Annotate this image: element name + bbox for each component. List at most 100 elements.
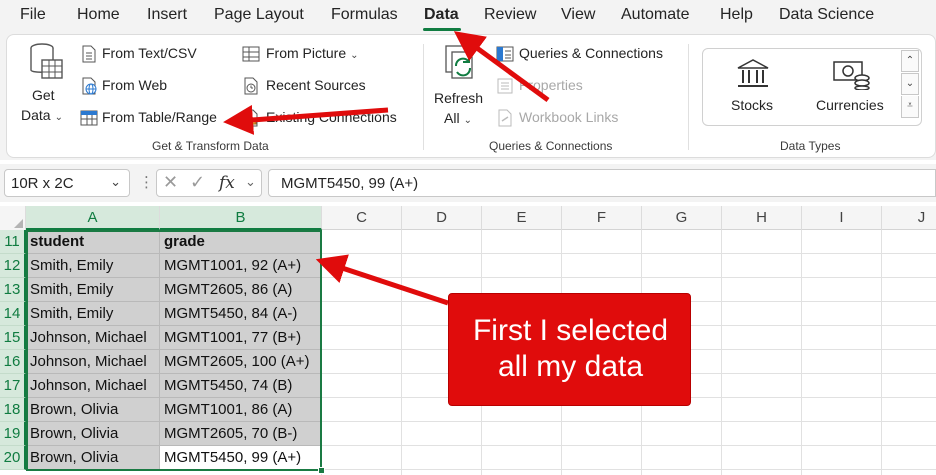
refresh-icon	[445, 45, 473, 79]
refresh-label-2: All ⌄	[444, 110, 472, 126]
workbook-links-icon	[498, 109, 512, 127]
menu-automate[interactable]: Automate	[621, 6, 689, 24]
row-header[interactable]: 19	[0, 422, 26, 446]
table-cell[interactable]: Brown, Olivia	[26, 422, 160, 446]
table-cell[interactable]: MGMT2605, 86 (A)	[160, 278, 322, 302]
row-header[interactable]: 13	[0, 278, 26, 302]
menu-bar: File Home Insert Page Layout Formulas Da…	[0, 0, 936, 32]
database-icon	[30, 43, 63, 79]
column-header-i[interactable]: I	[802, 206, 882, 230]
menu-page-layout[interactable]: Page Layout	[214, 6, 304, 24]
more-options-icon[interactable]: ⋮	[139, 173, 154, 191]
menu-home[interactable]: Home	[77, 6, 120, 24]
table-cell[interactable]: Brown, Olivia	[26, 398, 160, 422]
existing-connections-icon	[244, 109, 258, 127]
properties-label: Properties	[519, 77, 583, 93]
menu-view[interactable]: View	[561, 6, 595, 24]
menu-file[interactable]: File	[20, 6, 46, 24]
row-header[interactable]: 14	[0, 302, 26, 326]
table-cell[interactable]: Johnson, Michael	[26, 374, 160, 398]
select-all-corner[interactable]	[0, 206, 26, 230]
from-table-range-button[interactable]: From Table/Range	[80, 108, 230, 130]
row-header[interactable]: 16	[0, 350, 26, 374]
queries-connections-button[interactable]: Queries & Connections	[496, 44, 676, 66]
currencies-button[interactable]: Currencies	[812, 58, 892, 118]
fill-handle[interactable]	[318, 467, 325, 474]
column-header-j[interactable]: J	[882, 206, 936, 230]
menu-help[interactable]: Help	[720, 6, 753, 24]
row-header[interactable]: 17	[0, 374, 26, 398]
table-cell[interactable]: Johnson, Michael	[26, 326, 160, 350]
cancel-icon[interactable]: ✕	[163, 172, 178, 193]
column-header-f[interactable]: F	[562, 206, 642, 230]
menu-data-science[interactable]: Data Science	[779, 6, 874, 24]
callout-line-2: all my data	[497, 350, 644, 383]
stocks-button[interactable]: Stocks	[724, 58, 784, 118]
gallery-more[interactable]: ⩡	[901, 96, 919, 118]
column-header-d[interactable]: D	[402, 206, 482, 230]
picture-table-icon	[242, 46, 260, 62]
row-header[interactable]: 20	[0, 446, 26, 470]
gallery-scroll-down[interactable]: ⌄	[901, 73, 919, 95]
menu-data[interactable]: Data	[424, 6, 459, 24]
column-header-c[interactable]: C	[322, 206, 402, 230]
workbook-links-label: Workbook Links	[519, 109, 619, 125]
get-data-button[interactable]: Get Data ⌄	[16, 42, 72, 126]
menu-formulas[interactable]: Formulas	[331, 6, 398, 24]
row-header[interactable]: 12	[0, 254, 26, 278]
menu-insert[interactable]: Insert	[147, 6, 187, 24]
table-cell[interactable]: MGMT1001, 92 (A+)	[160, 254, 322, 278]
gallery-scroll-up[interactable]: ⌃	[901, 50, 919, 72]
name-box[interactable]: 10R x 2C ⌄	[4, 169, 130, 197]
insert-function-icon[interactable]: fx	[219, 173, 235, 193]
table-cell[interactable]: Johnson, Michael	[26, 350, 160, 374]
from-text-csv-button[interactable]: From Text/CSV	[80, 44, 230, 66]
column-header-a[interactable]: A	[26, 206, 160, 230]
properties-button[interactable]: Properties	[496, 76, 676, 98]
table-cell[interactable]: MGMT1001, 86 (A)	[160, 398, 322, 422]
row-header[interactable]: 11	[0, 230, 26, 254]
table-cell[interactable]: Smith, Emily	[26, 302, 160, 326]
recent-sources-button[interactable]: Recent Sources	[242, 76, 412, 98]
existing-connections-label: Existing Connections	[266, 109, 397, 125]
table-cell[interactable]: MGMT5450, 84 (A-)	[160, 302, 322, 326]
active-tab-underline	[423, 28, 461, 31]
menu-review[interactable]: Review	[484, 6, 536, 24]
formula-value: MGMT5450, 99 (A+)	[281, 175, 419, 192]
currency-icon	[833, 61, 870, 90]
table-cell[interactable]: MGMT5450, 74 (B)	[160, 374, 322, 398]
table-cell[interactable]: MGMT2605, 100 (A+)	[160, 350, 322, 374]
row-header[interactable]: 18	[0, 398, 26, 422]
table-header-cell[interactable]: grade	[160, 230, 322, 254]
refresh-all-button[interactable]: Refresh All ⌄	[432, 42, 488, 126]
chevron-down-icon[interactable]: ⌄	[110, 174, 121, 190]
name-box-value: 10R x 2C	[11, 175, 74, 192]
formula-input[interactable]: MGMT5450, 99 (A+)	[268, 169, 936, 197]
table-header-cell[interactable]: student	[26, 230, 160, 254]
workbook-links-button[interactable]: Workbook Links	[496, 108, 676, 130]
column-header-row: A B C D E F G H I J	[0, 206, 936, 230]
table-cell[interactable]: MGMT2605, 70 (B-)	[160, 422, 322, 446]
chevron-down-icon: ⌄	[54, 112, 63, 123]
chevron-down-icon[interactable]: ⌄	[245, 174, 256, 190]
column-header-h[interactable]: H	[722, 206, 802, 230]
active-cell[interactable]: MGMT5450, 99 (A+)	[160, 446, 322, 470]
table-cell[interactable]: MGMT1001, 77 (B+)	[160, 326, 322, 350]
from-web-button[interactable]: From Web	[80, 76, 230, 98]
table-cell[interactable]: Smith, Emily	[26, 278, 160, 302]
refresh-label-1: Refresh	[434, 90, 484, 106]
column-header-g[interactable]: G	[642, 206, 722, 230]
from-picture-button[interactable]: From Picture ⌄	[242, 44, 412, 66]
gridline-vertical	[881, 230, 882, 475]
table-cell[interactable]: Brown, Olivia	[26, 446, 160, 470]
existing-connections-button[interactable]: Existing Connections	[242, 108, 412, 130]
confirm-icon[interactable]: ✓	[190, 172, 205, 193]
stocks-label: Stocks	[731, 97, 774, 113]
column-header-b[interactable]: B	[160, 206, 322, 230]
queries-connections-icon	[496, 46, 514, 62]
queries-connections-label: Queries & Connections	[519, 45, 663, 61]
column-header-e[interactable]: E	[482, 206, 562, 230]
table-cell[interactable]: Smith, Emily	[26, 254, 160, 278]
row-header[interactable]: 15	[0, 326, 26, 350]
chevron-down-icon: ⌄	[350, 50, 359, 61]
